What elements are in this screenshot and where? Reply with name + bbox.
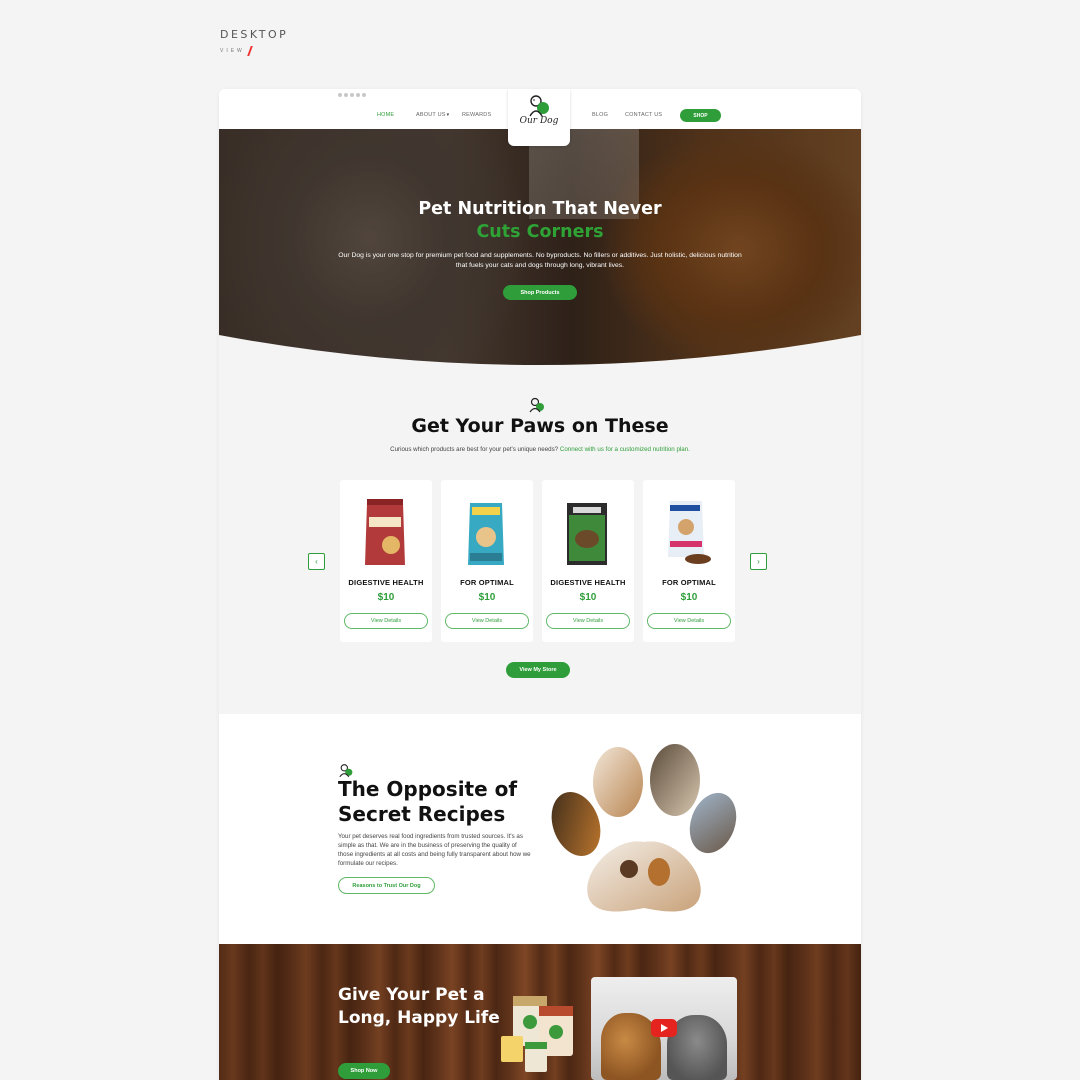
view-details-button[interactable]: View Details [647, 613, 731, 629]
nav-blog[interactable]: BLOG [592, 112, 608, 118]
mockup-subtitle-text: VIEW [220, 48, 245, 54]
video-player[interactable] [591, 977, 737, 1080]
nav-about[interactable]: ABOUT US▾ [416, 112, 449, 118]
hero-description: Our Dog is your one stop for premium pet… [338, 252, 742, 269]
social-icons [338, 93, 366, 97]
products-section: Get Your Paws on These Curious which pro… [219, 365, 861, 714]
hero-overlay [219, 129, 861, 365]
logo[interactable]: Our Dog [508, 89, 570, 146]
play-icon[interactable] [651, 1019, 677, 1037]
carousel-prev-button[interactable]: ‹ [308, 553, 325, 570]
chevron-down-icon: ▾ [446, 112, 450, 118]
reasons-to-trust-button[interactable]: Reasons to Trust Our Dog [338, 877, 435, 894]
slash-decoration [246, 46, 253, 56]
promo-section: Give Your Pet a Long, Happy Life Shop No… [219, 944, 861, 1080]
shop-button[interactable]: SHOP [680, 109, 721, 122]
nutrition-plan-link[interactable]: Connect with us for a customized nutriti… [560, 446, 690, 453]
products-subtitle: Curious which products are best for your… [387, 445, 693, 454]
food-bag-image [365, 499, 405, 565]
nav-contact[interactable]: CONTACT US [625, 112, 662, 118]
recipes-title: The Opposite of Secret Recipes [338, 777, 518, 826]
view-details-button[interactable]: View Details [546, 613, 630, 629]
logo-text: Our Dog [519, 116, 559, 126]
mockup-subtitle: VIEW [220, 46, 288, 56]
food-bag-image [567, 503, 607, 565]
linkedin-icon[interactable] [362, 93, 366, 97]
hero-section: Pet Nutrition That Never Cuts Corners Ou… [219, 129, 861, 365]
dog-logo-icon [529, 95, 549, 117]
nav-about-label: ABOUT US [416, 112, 446, 118]
twitter-icon[interactable] [344, 93, 348, 97]
recipes-description: Your pet deserves real food ingredients … [338, 833, 531, 867]
dog-logo-icon [529, 397, 544, 413]
product-card[interactable]: FOR OPTIMAL $10 View Details [643, 480, 735, 642]
product-title: DIGESTIVE HEALTH [550, 578, 626, 587]
hero-title-line1: Pet Nutrition That Never [418, 199, 662, 219]
play-triangle-icon [661, 1024, 668, 1032]
paw-print-photo-collage [551, 744, 737, 912]
shop-products-button[interactable]: Shop Products [503, 285, 577, 300]
product-card[interactable]: DIGESTIVE HEALTH $10 View Details [340, 480, 432, 642]
product-price: $10 [579, 592, 597, 603]
facebook-icon[interactable] [338, 93, 342, 97]
recipes-section: The Opposite of Secret Recipes Your pet … [219, 714, 861, 944]
nav-rewards[interactable]: REWARDS [462, 112, 491, 118]
shop-now-button[interactable]: Shop Now [338, 1063, 390, 1079]
view-details-button[interactable]: View Details [445, 613, 529, 629]
youtube-icon[interactable] [356, 93, 360, 97]
products-title: Get Your Paws on These [411, 415, 669, 437]
products-subtitle-text: Curious which products are best for your… [390, 446, 559, 453]
product-title: DIGESTIVE HEALTH [348, 578, 424, 587]
product-title: FOR OPTIMAL [662, 578, 716, 587]
instagram-icon[interactable] [350, 93, 354, 97]
hero-title-line2: Cuts Corners [476, 222, 604, 242]
website-mockup: HOME ABOUT US▾ REWARDS BLOG CONTACT US S… [219, 89, 861, 1080]
view-my-store-button[interactable]: View My Store [506, 662, 570, 678]
product-price: $10 [478, 592, 496, 603]
top-navigation: HOME ABOUT US▾ REWARDS BLOG CONTACT US S… [219, 89, 861, 146]
hero-title: Pet Nutrition That Never Cuts Corners [219, 198, 861, 244]
mockup-title: DESKTOP [220, 28, 289, 41]
product-bags-image [501, 996, 573, 1072]
product-price: $10 [680, 592, 698, 603]
view-details-button[interactable]: View Details [344, 613, 428, 629]
product-card[interactable]: FOR OPTIMAL $10 View Details [441, 480, 533, 642]
product-title: FOR OPTIMAL [460, 578, 514, 587]
food-bag-image [468, 503, 504, 565]
nav-home[interactable]: HOME [377, 112, 394, 118]
promo-title: Give Your Pet a Long, Happy Life [338, 985, 500, 1028]
dog-logo-icon [339, 764, 353, 778]
carousel-next-button[interactable]: › [750, 553, 767, 570]
mockup-label: DESKTOP VIEW [220, 28, 288, 56]
food-bag-image [668, 501, 711, 564]
product-price: $10 [377, 592, 395, 603]
product-card[interactable]: DIGESTIVE HEALTH $10 View Details [542, 480, 634, 642]
